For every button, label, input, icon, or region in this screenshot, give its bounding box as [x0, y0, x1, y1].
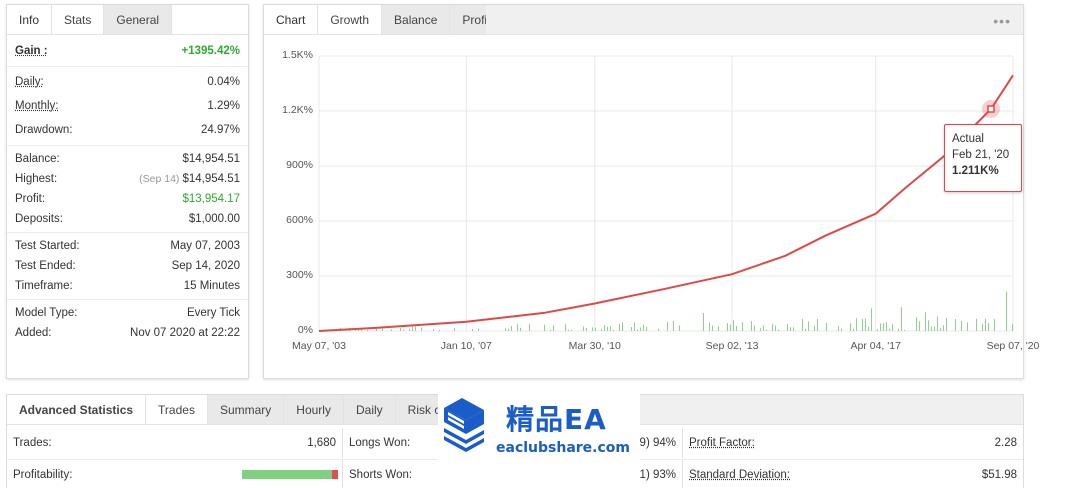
x-tick-label: Sep 02, '13: [705, 340, 759, 352]
x-tick-label: Jan 10, '07: [440, 340, 492, 352]
chart-tooltip: Actual Feb 21, '20 1.211K%: [944, 124, 1022, 192]
profit-factor-value: 2.28: [994, 437, 1017, 449]
drawdown-label: Drawdown:: [15, 124, 73, 136]
monthly-row: Monthly: 1.29%: [7, 94, 248, 118]
highest-date: (Sep 14): [139, 173, 180, 185]
drawdown-row: Drawdown: 24.97%: [7, 118, 248, 142]
test-ended-label: Test Ended:: [15, 260, 76, 272]
daily-label[interactable]: Daily:: [15, 76, 44, 88]
highest-label: Highest:: [15, 173, 58, 185]
test-ended-row: Test Ended: Sep 14, 2020: [7, 256, 248, 276]
balance-row: Balance: $14,954.51: [7, 149, 248, 169]
timeframe-label: Timeframe:: [15, 280, 73, 292]
profit-factor-label[interactable]: Profit Factor:: [689, 437, 755, 449]
profit-label: Profit:: [15, 193, 46, 205]
tab-general[interactable]: General: [104, 5, 173, 34]
watermark-logo: 精品EA eaclubshare.com: [438, 384, 640, 488]
tab-trades[interactable]: Trades: [146, 395, 208, 424]
timeframe-value: 15 Minutes: [183, 280, 240, 292]
test-started-value: May 07, 2003: [170, 240, 240, 252]
timeframe-row: Timeframe: 15 Minutes: [7, 276, 248, 296]
model-type-label: Model Type:: [15, 307, 78, 319]
daily-value: 0.04%: [207, 76, 240, 88]
std-deviation-value: $51.98: [981, 468, 1017, 481]
longs-won-label: Longs Won:: [349, 437, 411, 449]
added-value: Nov 07 2020 at 22:22: [130, 327, 240, 339]
profitability-label: Profitability:: [13, 468, 73, 481]
x-tick-label: Apr 04, '17: [850, 340, 901, 352]
deposits-label: Deposits:: [15, 213, 63, 225]
model-type-row: Model Type: Every Tick: [7, 303, 248, 323]
test-ended-value: Sep 14, 2020: [171, 260, 240, 272]
gain-value: +1395.42%: [181, 45, 240, 57]
tooltip-value: 1.211K%: [952, 165, 999, 177]
std-deviation-cell: Standard Deviation: $51.98: [683, 459, 1023, 488]
watermark-site: eaclubshare.com: [496, 440, 630, 456]
shorts-won-label: Shorts Won:: [349, 468, 413, 481]
test-started-label: Test Started:: [15, 240, 80, 252]
tab-chart[interactable]: Chart: [264, 5, 319, 34]
tab-growth[interactable]: Growth: [318, 5, 383, 34]
deposits-row: Deposits: $1,000.00: [7, 209, 248, 229]
tooltip-date: Feb 21, '20: [952, 149, 1010, 161]
highest-value: $14,954.51: [182, 173, 240, 185]
trades-label: Trades:: [13, 437, 52, 449]
tab-balance[interactable]: Balance: [382, 5, 451, 34]
profitability-bar-lost: [332, 470, 338, 479]
balance-value: $14,954.51: [182, 153, 240, 165]
stats-panel: Info Stats General Gain : +1395.42% Dail…: [6, 4, 249, 379]
profitability-bar-won: [242, 470, 333, 479]
trades-cell: Trades: 1,680: [7, 428, 343, 458]
added-label: Added:: [15, 327, 52, 339]
highest-row: Highest: (Sep 14) $14,954.51: [7, 169, 248, 189]
profit-row: Profit: $13,954.17: [7, 189, 248, 209]
gain-row: Gain : +1395.42%: [7, 39, 248, 63]
x-tick-label: Mar 30, '10: [568, 340, 621, 352]
added-row: Added: Nov 07 2020 at 22:22: [7, 323, 248, 343]
gain-label[interactable]: Gain :: [15, 45, 48, 57]
tab-info[interactable]: Info: [7, 5, 53, 34]
y-tick-label: 1.2K%: [282, 104, 313, 116]
y-tick-label: 900%: [286, 159, 313, 171]
std-deviation-label[interactable]: Standard Deviation:: [689, 469, 790, 481]
tab-hourly[interactable]: Hourly: [284, 395, 344, 424]
drawdown-value: 24.97%: [200, 124, 240, 136]
profit-value: $13,954.17: [182, 193, 240, 205]
tab-stats[interactable]: Stats: [52, 5, 105, 34]
deposits-value: $1,000.00: [188, 213, 240, 225]
tooltip-title: Actual: [952, 133, 984, 145]
trades-value: 1,680: [307, 437, 336, 449]
y-tick-label: 0%: [297, 324, 313, 336]
tab-summary[interactable]: Summary: [207, 395, 285, 424]
x-tick-label: Sep 07, '20: [986, 340, 1040, 352]
model-type-value: Every Tick: [186, 307, 240, 319]
chart-panel: Chart Growth Balance Profit •••: [263, 4, 1024, 379]
profitability-cell: Profitability:: [7, 459, 343, 488]
test-started-row: Test Started: May 07, 2003: [7, 236, 248, 256]
balance-label: Balance:: [15, 153, 60, 165]
profit-factor-cell: Profit Factor: 2.28: [683, 428, 1023, 458]
y-tick-label: 1.5K%: [282, 49, 313, 61]
chart-tabs: Chart Growth Balance Profit: [264, 5, 504, 35]
tab-daily[interactable]: Daily: [343, 395, 396, 424]
books-logo-icon: [444, 398, 484, 452]
profitability-bar: [242, 470, 338, 479]
daily-row: Daily: 0.04%: [7, 70, 248, 94]
tab-advanced-statistics: Advanced Statistics: [7, 395, 147, 424]
monthly-value: 1.29%: [207, 100, 240, 112]
monthly-label[interactable]: Monthly:: [15, 100, 58, 112]
y-tick-label: 600%: [286, 214, 313, 226]
more-dots-icon[interactable]: •••: [993, 13, 1011, 29]
watermark-brand: 精品EA: [506, 403, 607, 436]
x-tick-label: May 07, '03: [292, 340, 346, 352]
stats-tabs: Info Stats General: [7, 5, 248, 35]
y-tick-label: 300%: [286, 269, 313, 281]
